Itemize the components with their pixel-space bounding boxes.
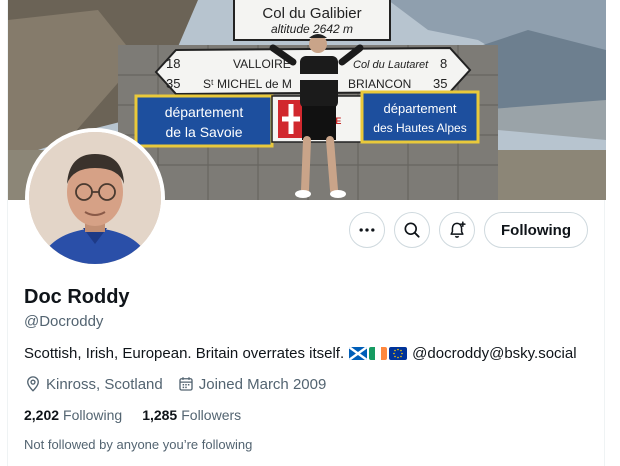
- following-stat[interactable]: 2,202 Following: [24, 407, 122, 423]
- bio-text: Scottish, Irish, European. Britain overr…: [24, 345, 345, 362]
- sign-mid-left-top: 18: [166, 56, 180, 71]
- sign-mid-left-bottom: 35: [166, 76, 180, 91]
- ireland-flag-icon: [369, 347, 388, 360]
- following-label: Following: [63, 407, 123, 423]
- sign-top-line1: Col du Galibier: [262, 5, 361, 22]
- sign-mid-text-top-right: Col du Lautaret: [353, 59, 429, 71]
- sign-left-line1: département: [165, 104, 244, 120]
- join-date-text: Joined March 2009: [198, 375, 327, 393]
- join-date: Joined March 2009: [177, 375, 327, 393]
- more-icon: [359, 228, 375, 232]
- sign-right-line1: département: [384, 101, 457, 116]
- user-handle: @Docroddy: [24, 313, 104, 330]
- display-name: Doc Roddy: [24, 286, 130, 308]
- location: Kinross, Scotland: [24, 375, 163, 393]
- bell-plus-icon: [450, 221, 466, 238]
- sign-left-line2: de la Savoie: [165, 124, 242, 140]
- following-button[interactable]: Following: [484, 212, 588, 248]
- search-icon: [404, 222, 420, 238]
- scotland-flag-icon: [349, 347, 368, 360]
- sign-mid-right-top: 8: [440, 56, 447, 71]
- more-button[interactable]: [349, 212, 386, 248]
- followers-label: Followers: [181, 407, 242, 423]
- follow-stats: 2,202 Following 1,285 Followers: [24, 407, 241, 423]
- following-count: 2,202: [24, 407, 60, 423]
- mutual-followers-note: Not followed by anyone you’re following: [24, 437, 253, 452]
- eu-flag-icon: [389, 347, 408, 360]
- profile-avatar[interactable]: [25, 128, 165, 268]
- notify-button[interactable]: [439, 212, 476, 248]
- sign-mid-right-bottom: 35: [433, 76, 447, 91]
- search-button[interactable]: [394, 212, 431, 248]
- sign-mid-text-bottom-right: BRIANCON: [348, 77, 411, 91]
- sign-top-line2: altitude 2642 m: [271, 22, 353, 36]
- location-text: Kinross, Scotland: [46, 375, 163, 393]
- followers-stat[interactable]: 1,285 Followers: [142, 407, 241, 423]
- bio-flags: [349, 347, 408, 360]
- sign-right-line2: des Hautes Alpes: [373, 121, 466, 135]
- calendar-icon: [179, 377, 193, 391]
- location-pin-icon: [27, 376, 39, 392]
- profile-actions: Following: [349, 212, 588, 248]
- profile-bio: Scottish, Irish, European. Britain overr…: [24, 345, 577, 362]
- followers-count: 1,285: [142, 407, 178, 423]
- bio-link[interactable]: @docroddy@bsky.social: [412, 345, 576, 362]
- sign-mid-text-bottom: Sᵗ MICHEL de M: [203, 77, 292, 91]
- sign-mid-text-top: VALLOIRE: [233, 57, 291, 71]
- profile-meta: Kinross, Scotland Joined March 2009: [24, 375, 326, 393]
- avatar-image: [29, 132, 161, 264]
- profile-card: Col du Galibier altitude 2642 m 18 35 VA…: [7, 0, 606, 466]
